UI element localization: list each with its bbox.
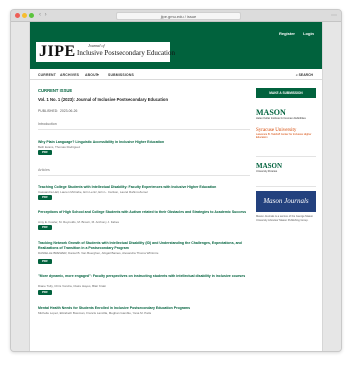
primary-nav: CURRENT ARCHIVES ABOUT ▾ SUBMISSIONS ⌕ S…	[30, 69, 322, 80]
article-authors: Cassandra Hall, Lauren McCabe, Erin Lent…	[38, 190, 148, 194]
chevron-down-icon[interactable]: ▾	[97, 73, 99, 77]
article-authors: Michelle Lopez, Elizabeth Bowman, Franci…	[38, 311, 152, 315]
sidebar-divider	[256, 186, 316, 187]
search-label: SEARCH	[298, 73, 313, 77]
logo-jipe-text: JIPE	[39, 43, 76, 60]
intro-article-authors: Beth Evans, Thomas Rodriguez	[38, 145, 81, 149]
article-authors: Diane Tully, Chris Vondra, Claire Hayes,…	[38, 284, 106, 288]
article-pdf-button[interactable]: PDF	[38, 259, 52, 264]
mason-journals-logo[interactable]: Mason Journals	[256, 191, 316, 212]
nav-submissions[interactable]: SUBMISSIONS	[108, 73, 134, 77]
user-links: Register Login	[272, 31, 314, 36]
section-divider	[38, 175, 250, 176]
taishoff-center-label: Lawrence B. Taishoff Center for Inclusiv…	[256, 133, 312, 139]
kellar-institute-label: Helen Kellar Institute for Human disAbil…	[256, 117, 306, 120]
current-issue-heading: CURRENT ISSUE	[38, 88, 73, 93]
mason-wordmark: MASON	[256, 108, 286, 117]
nav-search[interactable]: ⌕ SEARCH	[296, 73, 313, 77]
article-title[interactable]: Perceptions of High School and College S…	[38, 210, 248, 215]
mason-libraries-logo[interactable]: MASON University libraries	[256, 162, 316, 173]
nav-current[interactable]: CURRENT	[38, 73, 56, 77]
mason-journals-note: Mason Journals is a service of the Georg…	[256, 215, 314, 222]
article-pdf-button[interactable]: PDF	[38, 290, 52, 295]
minimize-window-icon[interactable]	[22, 13, 27, 18]
issue-title[interactable]: Vol. 1 No. 1 (2023): Journal of Inclusiv…	[38, 97, 168, 102]
logo-journal-text: Journal of	[88, 43, 105, 48]
section-divider	[38, 129, 250, 130]
browser-window: ‹ › jipe.gmu.edu / issue ⋯ JIPE Journal …	[10, 9, 342, 352]
introduction-section-label: Introduction	[38, 122, 57, 126]
article-authors: Amy E. Fowler, M. Reynolds, M. Brown, M.…	[38, 220, 120, 224]
site-logo[interactable]: JIPE Journal of Inclusive Postsecondary …	[36, 42, 175, 62]
articles-section-label: Articles	[38, 168, 50, 172]
maximize-window-icon[interactable]	[29, 13, 34, 18]
article-title[interactable]: Tracking Network Growth of Students with…	[38, 241, 248, 251]
login-link[interactable]: Login	[303, 31, 314, 36]
logo-subtitle: Inclusive Postsecondary Education	[77, 49, 175, 57]
back-forward-icon[interactable]: ‹ ›	[39, 12, 48, 18]
article-pdf-button[interactable]: PDF	[38, 225, 52, 230]
article-title[interactable]: "More dynamic, more engaged": Faculty pe…	[38, 274, 248, 279]
make-submission-button[interactable]: MAKE A SUBMISSION	[256, 88, 316, 98]
browser-titlebar: ‹ › jipe.gmu.edu / issue ⋯	[11, 10, 341, 22]
published-date: 2023-06-26	[60, 109, 78, 113]
address-bar[interactable]: jipe.gmu.edu / issue	[116, 12, 241, 20]
close-window-icon[interactable]	[15, 13, 20, 18]
university-libraries-label: University libraries	[256, 170, 278, 173]
intro-article-pdf-button[interactable]: PDF	[38, 150, 52, 155]
article-authors: DANIELLE BREWER, Daniel B. Van Boerghen,…	[38, 251, 159, 255]
site-container: JIPE Journal of Inclusive Postsecondary …	[29, 22, 323, 351]
page-viewport: JIPE Journal of Inclusive Postsecondary …	[11, 22, 341, 351]
syracuse-logo[interactable]: Syracuse University Lawrence B. Taishoff…	[256, 128, 316, 139]
published-label: PUBLISHED:	[38, 109, 59, 113]
site-header: JIPE Journal of Inclusive Postsecondary …	[30, 22, 322, 69]
register-link[interactable]: Register	[279, 31, 295, 36]
article-pdf-button[interactable]: PDF	[38, 195, 52, 200]
mason-wordmark: MASON	[256, 162, 283, 170]
nav-archives[interactable]: ARCHIVES	[60, 73, 79, 77]
browser-tools-icon[interactable]: ⋯	[331, 12, 337, 19]
mason-kellar-logo[interactable]: MASON Helen Kellar Institute for Human d…	[256, 108, 316, 120]
sidebar-divider	[256, 156, 316, 157]
